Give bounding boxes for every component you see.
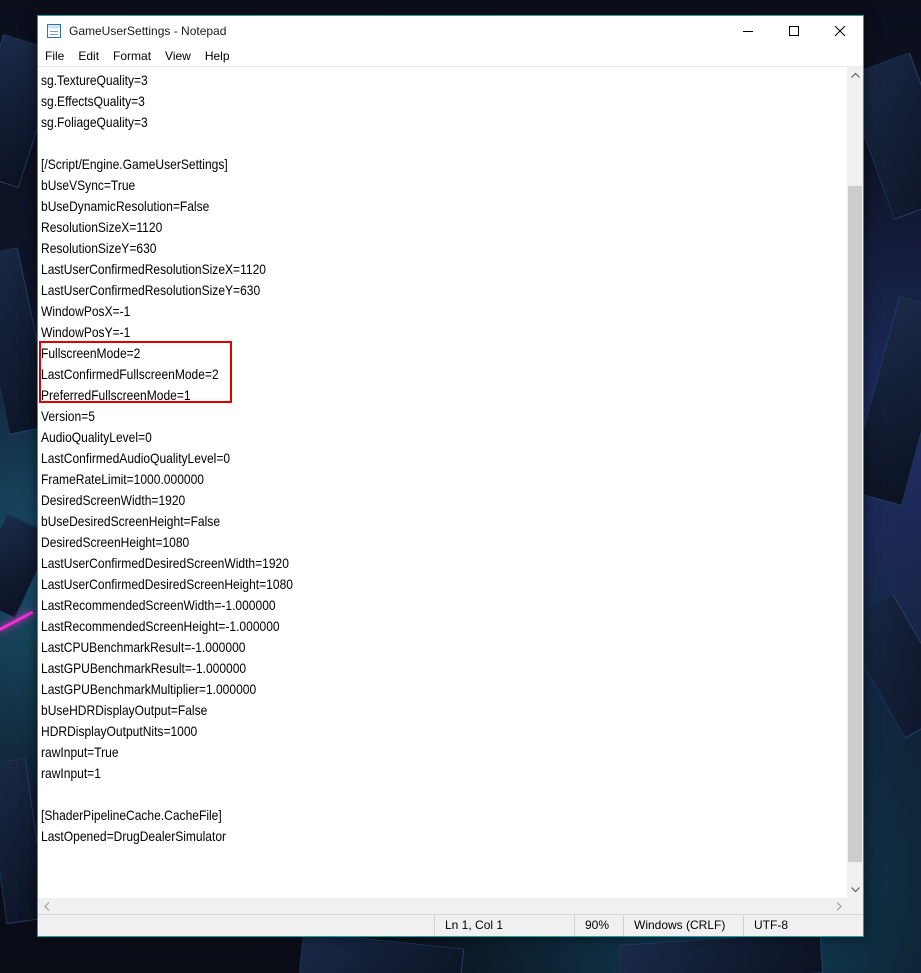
text-line: LastUserConfirmedResolutionSizeY=630 <box>41 282 261 298</box>
text-line: [ShaderPipelineCache.CacheFile] <box>41 807 222 823</box>
close-icon <box>835 26 845 36</box>
scroll-right-button[interactable] <box>830 898 847 914</box>
text-line: bUseDesiredScreenHeight=False <box>41 513 221 529</box>
zoom-level: 90% <box>574 915 623 936</box>
scroll-up-button[interactable] <box>847 66 863 83</box>
horizontal-scrollbar[interactable] <box>38 898 847 914</box>
scroll-corner <box>847 898 863 914</box>
menu-help[interactable]: Help <box>198 46 237 66</box>
text-line: WindowPosY=-1 <box>41 324 131 340</box>
status-bar: Ln 1, Col 1 90% Windows (CRLF) UTF-8 <box>38 914 863 936</box>
text-line: LastUserConfirmedDesiredScreenHeight=108… <box>41 576 293 592</box>
minimize-button[interactable] <box>725 16 771 46</box>
text-line: LastCPUBenchmarkResult=-1.000000 <box>41 639 246 655</box>
menu-edit[interactable]: Edit <box>71 46 106 66</box>
cursor-position: Ln 1, Col 1 <box>434 915 574 936</box>
text-line: [/Script/Engine.GameUserSettings] <box>41 156 228 172</box>
text-line: AudioQualityLevel=0 <box>41 429 152 445</box>
maximize-button[interactable] <box>771 16 817 46</box>
text-line: LastRecommendedScreenWidth=-1.000000 <box>41 597 276 613</box>
document-text[interactable]: sg.TextureQuality=3 sg.EffectsQuality=3 … <box>41 70 334 847</box>
text-line: FrameRateLimit=1000.000000 <box>41 471 204 487</box>
text-line <box>41 133 293 154</box>
red-highlight-box <box>39 341 232 403</box>
window-title: GameUserSettings - Notepad <box>69 24 227 38</box>
chevron-down-icon <box>850 886 860 892</box>
text-line: Version=5 <box>41 408 95 424</box>
menu-bar: File Edit Format View Help <box>38 46 863 66</box>
title-bar[interactable]: GameUserSettings - Notepad <box>38 16 863 46</box>
menu-format[interactable]: Format <box>106 46 158 66</box>
text-line: rawInput=True <box>41 744 119 760</box>
text-line: sg.TextureQuality=3 <box>41 72 148 88</box>
text-line: bUseDynamicResolution=False <box>41 198 210 214</box>
text-line: LastGPUBenchmarkResult=-1.000000 <box>41 660 247 676</box>
text-line: HDRDisplayOutputNits=1000 <box>41 723 198 739</box>
text-line: DesiredScreenWidth=1920 <box>41 492 186 508</box>
text-line: ResolutionSizeY=630 <box>41 240 157 256</box>
chevron-right-icon <box>836 901 842 911</box>
chevron-left-icon <box>43 901 49 911</box>
minimize-icon <box>743 31 753 32</box>
text-line: LastGPUBenchmarkMultiplier=1.000000 <box>41 681 257 697</box>
text-line: LastOpened=DrugDealerSimulator <box>41 828 227 844</box>
text-line: WindowPosX=-1 <box>41 303 131 319</box>
encoding: UTF-8 <box>743 915 863 936</box>
close-button[interactable] <box>817 16 863 46</box>
menu-file[interactable]: File <box>38 46 71 66</box>
vertical-scroll-thumb[interactable] <box>848 186 862 862</box>
notepad-window: GameUserSettings - Notepad File Edit For… <box>37 15 864 937</box>
menu-view[interactable]: View <box>158 46 198 66</box>
text-line: bUseHDRDisplayOutput=False <box>41 702 208 718</box>
text-line: LastUserConfirmedDesiredScreenWidth=1920 <box>41 555 289 571</box>
text-line: rawInput=1 <box>41 765 101 781</box>
scroll-left-button[interactable] <box>38 898 55 914</box>
text-line: LastRecommendedScreenHeight=-1.000000 <box>41 618 280 634</box>
maximize-icon <box>789 26 799 36</box>
text-editor[interactable]: sg.TextureQuality=3 sg.EffectsQuality=3 … <box>38 66 847 899</box>
scroll-down-button[interactable] <box>847 881 863 898</box>
text-line: LastUserConfirmedResolutionSizeX=1120 <box>41 261 266 277</box>
text-line: DesiredScreenHeight=1080 <box>41 534 190 550</box>
wallpaper-shard <box>618 931 824 973</box>
wallpaper-shard <box>297 931 465 973</box>
text-line: sg.EffectsQuality=3 <box>41 93 145 109</box>
text-line <box>41 784 293 805</box>
text-line: LastConfirmedAudioQualityLevel=0 <box>41 450 231 466</box>
text-line: bUseVSync=True <box>41 177 136 193</box>
vertical-scrollbar[interactable] <box>847 66 863 898</box>
text-line: ResolutionSizeX=1120 <box>41 219 163 235</box>
text-line: sg.FoliageQuality=3 <box>41 114 148 130</box>
chevron-up-icon <box>850 72 860 78</box>
line-ending: Windows (CRLF) <box>623 915 743 936</box>
notepad-app-icon <box>47 24 61 38</box>
